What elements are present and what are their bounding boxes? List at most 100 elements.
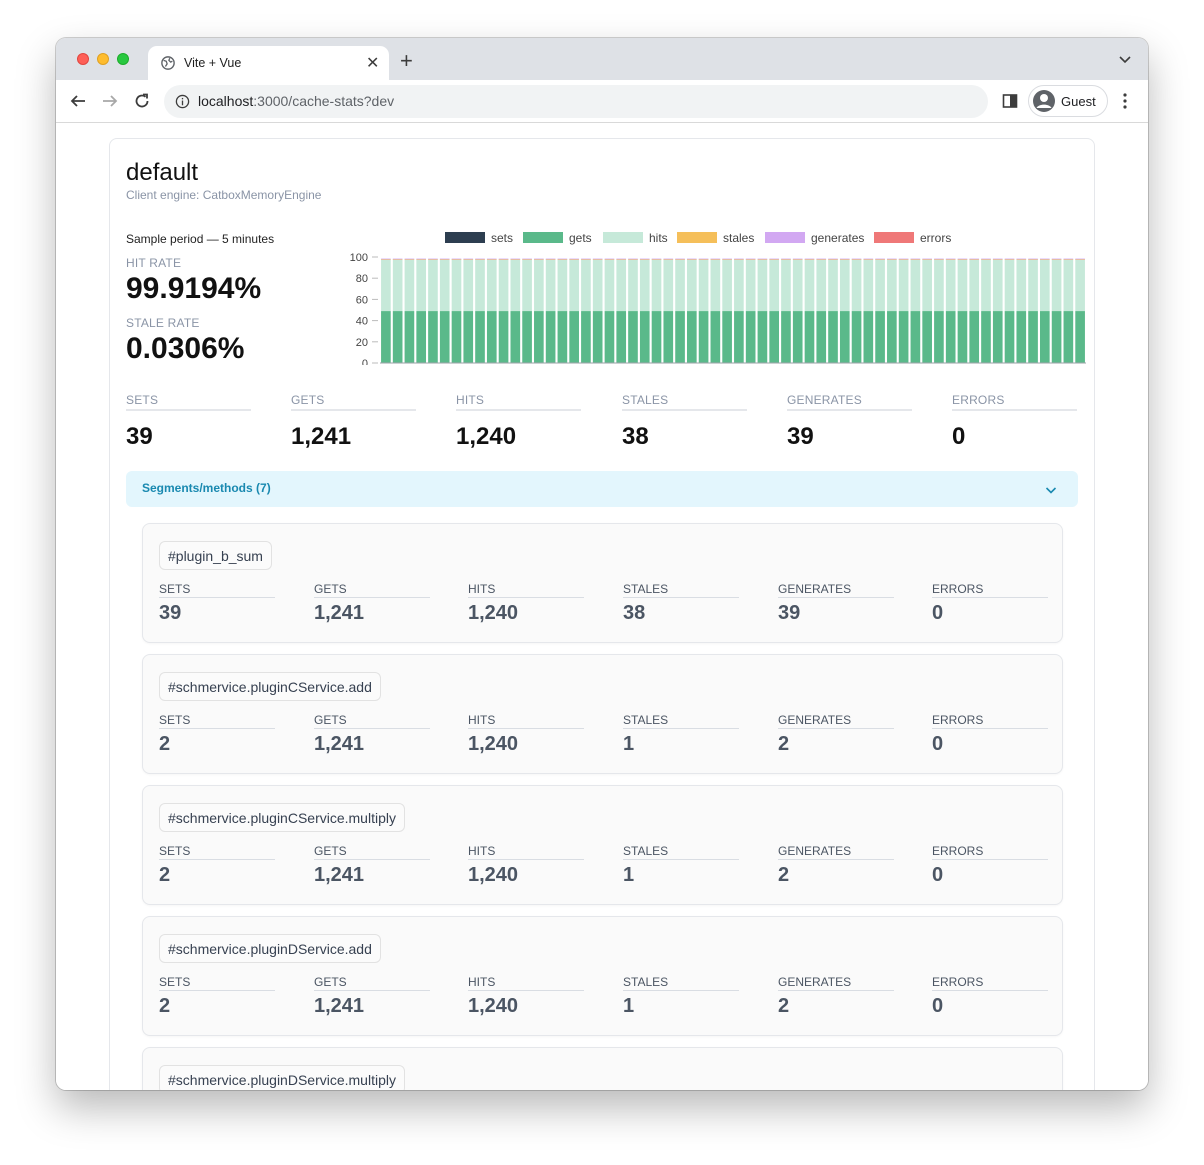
stat-value: 1,241: [291, 423, 352, 450]
segment-stat-value: 1,240: [468, 602, 519, 624]
bar-segment-gets: [522, 311, 532, 363]
segment-card: #schmervice.pluginDService.multiply: [142, 1047, 1063, 1090]
segment-stat-label: GENERATES: [778, 975, 894, 991]
legend-swatch: [874, 232, 914, 243]
bar-segment-hits: [839, 259, 850, 312]
more-menu-icon[interactable]: [1122, 92, 1128, 110]
segment-card: #schmervice.pluginCService.multiply SETS 2…: [142, 785, 1063, 905]
segment-stat-value: 38: [623, 602, 646, 624]
reload-icon[interactable]: [133, 92, 151, 110]
bar-segment-hits: [510, 259, 521, 312]
bar-segment-hits: [686, 259, 697, 312]
bar-segment-gets: [804, 311, 815, 363]
legend-swatch: [677, 232, 717, 243]
profile-button[interactable]: Guest: [1028, 85, 1108, 117]
bar-segment-generates: [451, 258, 462, 260]
bar-segment-generates: [934, 258, 944, 260]
bar-segment-hits: [1063, 259, 1074, 312]
bar-segment-generates: [745, 258, 756, 260]
bar-segment-gets: [569, 311, 579, 363]
segment-stat-value: 2: [159, 733, 171, 755]
segment-stat-value: 1,241: [314, 995, 365, 1017]
bar-segment-generates: [1039, 258, 1050, 260]
bar-segment-generates: [404, 258, 415, 260]
bar-segment-generates: [581, 258, 591, 260]
bar-segment-generates: [1028, 258, 1038, 260]
bar-segment-gets: [616, 311, 627, 363]
segment-stat-hits: HITS 1,240: [468, 844, 584, 887]
chevron-down-icon[interactable]: [1118, 52, 1132, 66]
maximize-window-button[interactable]: [117, 53, 129, 65]
tab-vite-vue[interactable]: Vite + Vue ✕: [148, 46, 389, 80]
close-window-button[interactable]: [77, 53, 89, 65]
bar-segment-gets: [1016, 311, 1027, 363]
legend-item-hits[interactable]: hits: [603, 231, 668, 245]
bar-segment-gets: [592, 311, 603, 363]
minimize-window-button[interactable]: [97, 53, 109, 65]
bar-segment-hits: [804, 259, 815, 312]
bar-segment-gets: [581, 311, 591, 363]
bar-segment-gets: [486, 311, 497, 363]
segment-stat-label: GETS: [314, 844, 430, 860]
hit-rate-label: HIT RATE: [126, 256, 182, 270]
bar-segment-gets: [463, 311, 474, 363]
bar-segment-gets: [934, 311, 944, 363]
segment-stat-label: GETS: [314, 975, 430, 991]
legend-item-errors[interactable]: errors: [874, 231, 951, 245]
bar-segment-hits: [710, 259, 721, 312]
segment-stat-stales: STALES 1: [623, 713, 739, 756]
bar-segment-gets: [1075, 311, 1085, 363]
segments-accordion[interactable]: Segments/methods (7): [126, 471, 1078, 507]
bar-segment-generates: [781, 258, 791, 260]
segment-stat-hits: HITS 1,240: [468, 975, 584, 1018]
bar-segment-generates: [981, 258, 991, 260]
bar-segment-gets: [828, 311, 838, 363]
bar-segment-gets: [428, 311, 438, 363]
segment-stat-value: 0: [932, 733, 944, 755]
address-bar[interactable]: localhost:3000/cache-stats?dev: [164, 85, 988, 118]
segment-stat-value: 0: [932, 995, 944, 1017]
close-tab-icon[interactable]: ✕: [366, 53, 379, 73]
bar-segment-gets: [510, 311, 521, 363]
bar-segment-hits: [475, 259, 485, 312]
new-tab-icon[interactable]: +: [400, 50, 413, 72]
bar-segment-hits: [851, 259, 862, 312]
bar-segment-generates: [486, 258, 497, 260]
bar-segment-hits: [722, 259, 732, 312]
legend-item-gets[interactable]: gets: [523, 231, 592, 245]
segment-stat-label: ERRORS: [932, 975, 1048, 991]
browser-window: Vite + Vue ✕ + localhost:3000/cache-stat…: [56, 38, 1148, 1090]
y-tick-label: 20: [356, 337, 368, 349]
side-panel-icon[interactable]: [1002, 93, 1018, 109]
url-text: localhost:3000/cache-stats?dev: [198, 93, 395, 109]
bar-segment-hits: [381, 259, 391, 312]
legend-item-generates[interactable]: generates: [765, 231, 864, 245]
legend-label: hits: [649, 231, 668, 245]
segment-stat-stales: STALES 38: [623, 582, 739, 625]
bar-segment-hits: [498, 259, 509, 312]
bar-segment-gets: [969, 311, 980, 363]
bar-segment-gets: [404, 311, 415, 363]
legend-item-stales[interactable]: stales: [677, 231, 754, 245]
info-icon[interactable]: [175, 94, 190, 109]
bar-segment-gets: [498, 311, 509, 363]
bar-segment-gets: [545, 311, 556, 363]
segment-stat-sets: SETS 2: [159, 844, 275, 887]
bar-segment-gets: [1063, 311, 1074, 363]
legend-item-sets[interactable]: sets: [445, 231, 513, 245]
bar-segment-generates: [522, 258, 532, 260]
back-icon[interactable]: [69, 92, 87, 110]
bar-segment-gets: [769, 311, 780, 363]
forward-icon[interactable]: [101, 92, 119, 110]
y-tick-label: 40: [356, 316, 368, 328]
bar-segment-generates: [463, 258, 474, 260]
segment-stat-stales: STALES 1: [623, 975, 739, 1018]
segment-stat-label: STALES: [623, 582, 739, 598]
bar-segment-hits: [557, 259, 568, 312]
total-stat-hits: HITS 1,240: [456, 393, 581, 451]
bar-segment-gets: [710, 311, 721, 363]
chevron-down-icon[interactable]: [1044, 483, 1058, 497]
bar-segment-generates: [381, 258, 391, 260]
bar-segment-generates: [828, 258, 838, 260]
bar-segment-hits: [616, 259, 627, 312]
